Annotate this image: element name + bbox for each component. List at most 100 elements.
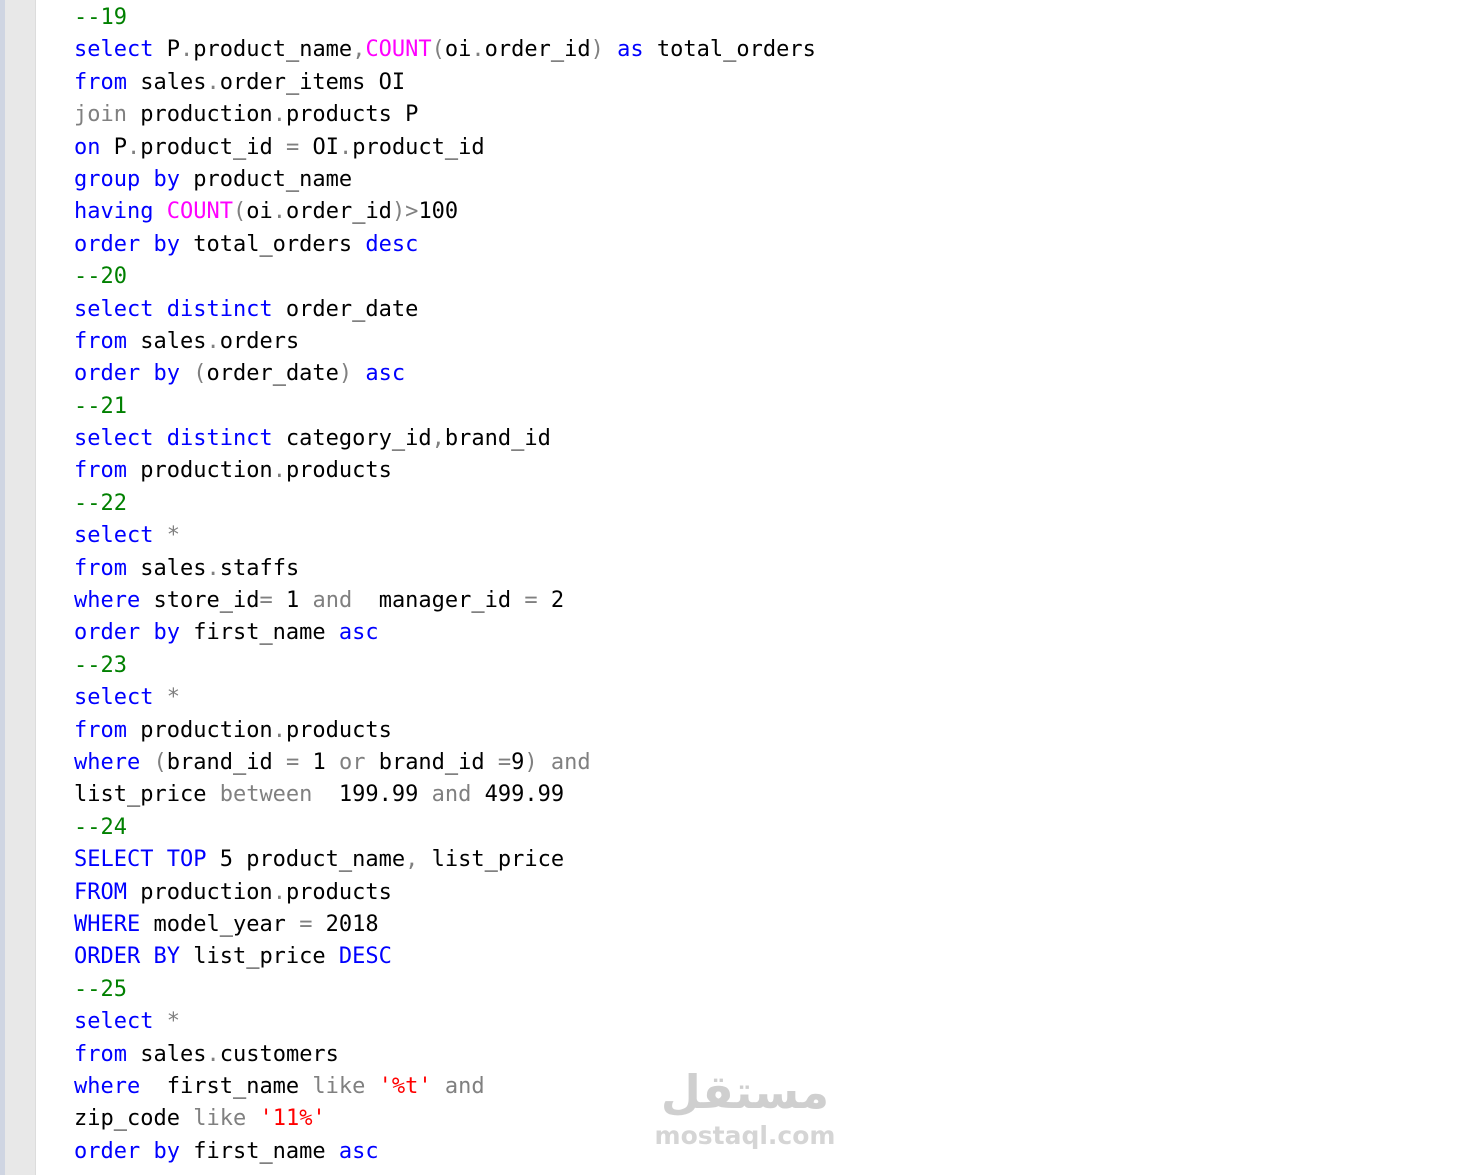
sql-identifier: list_price bbox=[179, 944, 339, 970]
sql-identifier: order_id bbox=[484, 37, 591, 63]
sql-keyword: where bbox=[74, 749, 141, 775]
sql-keyword: from bbox=[74, 555, 127, 581]
sql-identifier: 100 bbox=[418, 199, 459, 225]
sql-identifier: total_orders bbox=[643, 37, 816, 63]
sql-operator: . bbox=[471, 37, 485, 63]
sql-operator: . bbox=[206, 555, 220, 581]
code-line[interactable]: select * bbox=[74, 520, 816, 552]
sql-keyword: ORDER BY bbox=[74, 944, 180, 970]
sql-keyword: WHERE bbox=[74, 911, 141, 937]
code-line[interactable]: having COUNT(oi.order_id)>100 bbox=[74, 196, 816, 228]
code-line[interactable]: select * bbox=[74, 1006, 816, 1038]
sql-operator: , bbox=[405, 847, 419, 873]
sql-identifier: production bbox=[126, 102, 273, 128]
sql-comment: --20 bbox=[74, 264, 127, 290]
code-line[interactable]: list_price between 199.99 and 499.99 bbox=[74, 779, 816, 811]
sql-keyword: DESC bbox=[338, 944, 392, 970]
sql-comment: --21 bbox=[74, 393, 127, 419]
code-line[interactable]: --20 bbox=[74, 261, 816, 293]
sql-operator: . bbox=[127, 134, 141, 160]
sql-identifier: oi bbox=[444, 37, 472, 63]
code-line[interactable]: order by total_orders desc bbox=[74, 229, 816, 261]
code-line[interactable]: --21 bbox=[74, 391, 816, 423]
sql-identifier: sales bbox=[126, 555, 207, 581]
sql-operator: . bbox=[272, 458, 286, 484]
sql-keyword: select distinct bbox=[74, 296, 273, 322]
sql-identifier: zip_code bbox=[74, 1106, 194, 1132]
sql-identifier: products bbox=[285, 458, 392, 484]
sql-code-text[interactable]: --19 select P.product_name,COUNT(oi.order… bbox=[74, 2, 816, 1168]
sql-operator: , bbox=[352, 37, 366, 63]
code-line[interactable]: from production.products bbox=[74, 715, 816, 747]
sql-keyword: SELECT TOP bbox=[74, 847, 207, 873]
sql-operator: * bbox=[166, 1009, 180, 1035]
sql-identifier bbox=[153, 685, 166, 710]
sql-operator: ) bbox=[524, 749, 538, 775]
sql-identifier bbox=[246, 1106, 259, 1131]
sql-keyword: from bbox=[74, 458, 127, 484]
sql-keyword: select bbox=[74, 1009, 154, 1035]
sql-operator: . bbox=[338, 134, 353, 160]
sql-keyword: where bbox=[74, 588, 141, 614]
code-line[interactable]: --22 bbox=[74, 488, 816, 520]
sql-operator: like bbox=[193, 1106, 247, 1132]
code-line[interactable]: WHERE model_year = 2018 bbox=[74, 909, 816, 941]
sql-operator: and bbox=[550, 749, 591, 775]
sql-identifier: production bbox=[126, 879, 273, 905]
watermark-brand-logo: مستقل bbox=[660, 1065, 830, 1119]
sql-identifier bbox=[180, 361, 193, 386]
sql-operator: = bbox=[524, 588, 538, 614]
sql-keyword: desc bbox=[365, 231, 419, 257]
sql-identifier: brand_id bbox=[166, 749, 286, 775]
code-line[interactable]: join production.products P bbox=[74, 99, 816, 131]
code-line[interactable]: order by (order_date) asc bbox=[74, 358, 816, 390]
code-line[interactable]: from sales.order_items OI bbox=[74, 67, 816, 99]
sql-identifier: product_id bbox=[140, 134, 286, 160]
sql-identifier: order_items OI bbox=[219, 69, 406, 95]
sql-keyword: as bbox=[617, 37, 644, 63]
code-line[interactable]: order by first_name asc bbox=[74, 617, 816, 649]
code-line[interactable]: --24 bbox=[74, 812, 816, 844]
code-line[interactable]: select distinct order_date bbox=[74, 294, 816, 326]
sql-operator: between bbox=[219, 782, 313, 808]
mostaql-watermark: مستقل mostaql.com bbox=[650, 1062, 840, 1157]
line-gutter[interactable] bbox=[5, 0, 36, 1175]
sql-identifier: production bbox=[126, 717, 273, 743]
sql-operator: . bbox=[272, 879, 286, 905]
code-line[interactable]: ORDER BY list_price DESC bbox=[74, 941, 816, 973]
code-line[interactable]: --23 bbox=[74, 650, 816, 682]
code-line[interactable]: where store_id= 1 and manager_id = 2 bbox=[74, 585, 816, 617]
code-line[interactable]: from sales.orders bbox=[74, 326, 816, 358]
code-line[interactable]: --25 bbox=[74, 974, 816, 1006]
watermark-domain: mostaql.com bbox=[654, 1121, 836, 1150]
sql-identifier: 1 bbox=[299, 749, 339, 775]
sql-identifier bbox=[153, 199, 166, 224]
code-line[interactable]: on P.product_id = OI.product_id bbox=[74, 132, 816, 164]
sql-keyword: from bbox=[74, 328, 127, 354]
sql-identifier bbox=[538, 750, 551, 775]
sql-keyword: where bbox=[74, 1073, 141, 1099]
code-line[interactable]: FROM production.products bbox=[74, 877, 816, 909]
code-line[interactable]: SELECT TOP 5 product_name, list_price bbox=[74, 844, 816, 876]
code-line[interactable]: where (brand_id = 1 or brand_id =9) and bbox=[74, 747, 816, 779]
sql-identifier: first_name bbox=[140, 1073, 313, 1099]
code-line[interactable]: --19 bbox=[74, 2, 816, 34]
sql-identifier: first_name bbox=[179, 1138, 339, 1164]
code-line[interactable]: from sales.staffs bbox=[74, 553, 816, 585]
sql-query-editor[interactable]: --19 select P.product_name,COUNT(oi.order… bbox=[36, 0, 1482, 1175]
code-line[interactable]: select * bbox=[74, 682, 816, 714]
sql-operator: ) bbox=[590, 37, 604, 63]
code-line[interactable]: from production.products bbox=[74, 455, 816, 487]
code-line[interactable]: select P.product_name,COUNT(oi.order_id)… bbox=[74, 34, 816, 66]
sql-identifier bbox=[153, 523, 166, 548]
code-line[interactable]: group by product_name bbox=[74, 164, 816, 196]
sql-function: COUNT bbox=[365, 37, 432, 63]
sql-identifier: OI bbox=[299, 134, 339, 160]
sql-keyword: order by bbox=[74, 361, 180, 387]
sql-identifier bbox=[432, 1074, 445, 1099]
sql-identifier: order_date bbox=[206, 361, 339, 387]
sql-operator: . bbox=[206, 1041, 220, 1067]
code-line[interactable]: select distinct category_id,brand_id bbox=[74, 423, 816, 455]
sql-identifier: model_year bbox=[140, 911, 300, 937]
sql-comment: --19 bbox=[74, 5, 127, 30]
